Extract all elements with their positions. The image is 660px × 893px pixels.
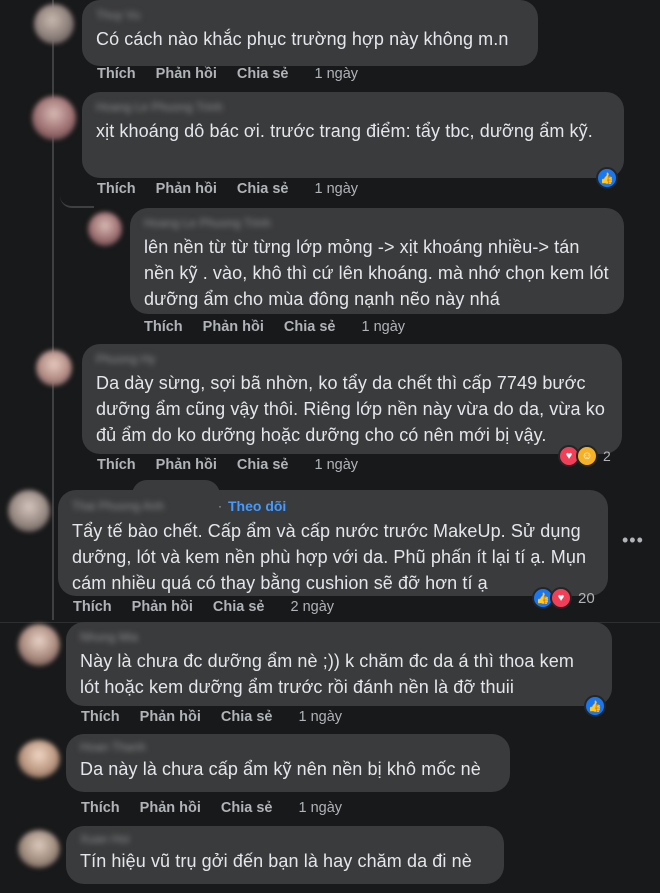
thread-line [52,0,54,620]
comment-time[interactable]: 1 ngày [362,319,406,335]
comment-text: Tẩy tế bào chết. Cấp ẩm và cấp nước trướ… [72,521,587,593]
comment-time[interactable]: 1 ngày [299,709,343,725]
comment-time[interactable]: 2 ngày [291,599,335,615]
care-reaction-icon: ☺ [576,445,598,467]
comment-actions: Thích Phản hồi Chia sẻ 1 ngày [81,709,342,725]
comment-text: Có cách nào khắc phục trường hợp này khô… [96,29,509,49]
reply-link[interactable]: Phản hồi [156,66,217,82]
comment-actions: Thích Phản hồi Chia sẻ 1 ngày [97,181,358,197]
reaction-count: 2 [603,448,611,464]
reply-link[interactable]: Phản hồi [156,181,217,197]
reaction-summary[interactable]: 👍 ♥ 20 [532,586,595,610]
share-link[interactable]: Chia sẻ [237,181,289,197]
comment-author[interactable]: Hoan Thanh [80,740,496,754]
dot-separator: · [218,499,222,513]
comment-bubble: Hoan Thanh Da này là chưa cấp ẩm kỹ nên … [66,734,510,792]
follow-button[interactable]: Theo dõi [228,498,286,514]
like-link[interactable]: Thích [73,599,112,615]
comment-text: Da dày sừng, sợi bã nhờn, ko tẩy da chết… [96,373,605,445]
comment-bubble: Nhung Mia Này là chưa đc dưỡng ẩm nè ;))… [66,622,612,706]
comment-text: Tín hiệu vũ trụ gởi đến bạn là hay chăm … [80,851,472,871]
avatar[interactable] [34,4,74,44]
comment-text: lên nền từ từ từng lớp mỏng -> xịt khoán… [144,237,609,309]
reply-link[interactable]: Phản hồi [140,709,201,725]
reply-link[interactable]: Phản hồi [156,457,217,473]
comment-bubble: Thuy Vu Có cách nào khắc phục trường hợp… [82,0,538,66]
avatar[interactable] [18,740,60,778]
share-link[interactable]: Chia sẻ [213,599,265,615]
comment-text: Da này là chưa cấp ẩm kỹ nên nền bị khô … [80,759,481,779]
avatar[interactable] [88,212,122,246]
share-link[interactable]: Chia sẻ [237,66,289,82]
reaction-summary[interactable]: 👍 [596,166,618,190]
comment-time[interactable]: 1 ngày [315,181,359,197]
like-link[interactable]: Thích [81,709,120,725]
reaction-summary[interactable]: ♥ ☺ 2 [558,444,611,468]
like-link[interactable]: Thích [81,800,120,816]
reaction-summary[interactable]: 👍 [584,694,606,718]
comment-bubble: Phuong Hy Da dày sừng, sợi bã nhờn, ko t… [82,344,622,454]
share-link[interactable]: Chia sẻ [237,457,289,473]
comment-bubble: Xuan Hoi Tín hiệu vũ trụ gởi đến bạn là … [66,826,504,884]
comment-author[interactable]: Xuan Hoi [80,832,490,846]
share-link[interactable]: Chia sẻ [221,800,273,816]
comment-author[interactable]: Hoang Le Phuong Trinh [144,216,610,230]
like-link[interactable]: Thích [97,66,136,82]
reply-link[interactable]: Phản hồi [140,800,201,816]
avatar[interactable] [18,624,60,666]
reply-link[interactable]: Phản hồi [203,319,264,335]
like-link[interactable]: Thích [144,319,183,335]
like-reaction-icon: 👍 [584,695,606,717]
comment-bubble: Thai Phuong Anh · Theo dõi Tẩy tế bào ch… [58,490,608,596]
like-reaction-icon: 👍 [596,167,618,189]
comment-text: xịt khoáng dô bác ơi. trước trang điểm: … [96,121,593,141]
comment-text: Này là chưa đc dưỡng ẩm nè ;)) k chăm đc… [80,651,574,697]
love-reaction-icon: ♥ [550,587,572,609]
share-link[interactable]: Chia sẻ [284,319,336,335]
more-options-icon[interactable]: ••• [622,530,644,551]
comment-author[interactable]: Nhung Mia [80,630,598,644]
comment-actions: Thích Phản hồi Chia sẻ 2 ngày [73,599,334,615]
avatar[interactable] [8,490,50,532]
comment-actions: Thích Phản hồi Chia sẻ 1 ngày [97,66,358,82]
reaction-count: 20 [578,589,595,607]
comment-actions: Thích Phản hồi Chia sẻ 1 ngày [81,800,342,816]
avatar[interactable] [32,96,76,140]
like-link[interactable]: Thích [97,457,136,473]
comment-author[interactable]: Phuong Hy [96,352,608,366]
avatar[interactable] [18,830,60,868]
reply-bubble: Hoang Le Phuong Trinh lên nền từ từ từng… [130,208,624,314]
comment-author[interactable]: Hoang Le Phuong Trinh [96,100,610,114]
comment-time[interactable]: 1 ngày [315,457,359,473]
comment-author[interactable]: Thuy Vu [96,8,524,22]
share-link[interactable]: Chia sẻ [221,709,273,725]
comment-actions: Thích Phản hồi Chia sẻ 1 ngày [97,457,358,473]
avatar[interactable] [36,350,72,386]
like-link[interactable]: Thích [97,181,136,197]
comment-actions: Thích Phản hồi Chia sẻ 1 ngày [144,319,405,335]
comment-time[interactable]: 1 ngày [299,800,343,816]
comment-bubble: Hoang Le Phuong Trinh xịt khoáng dô bác … [82,92,624,178]
reply-link[interactable]: Phản hồi [132,599,193,615]
comment-time[interactable]: 1 ngày [315,66,359,82]
comment-author[interactable]: Thai Phuong Anh [72,499,212,513]
